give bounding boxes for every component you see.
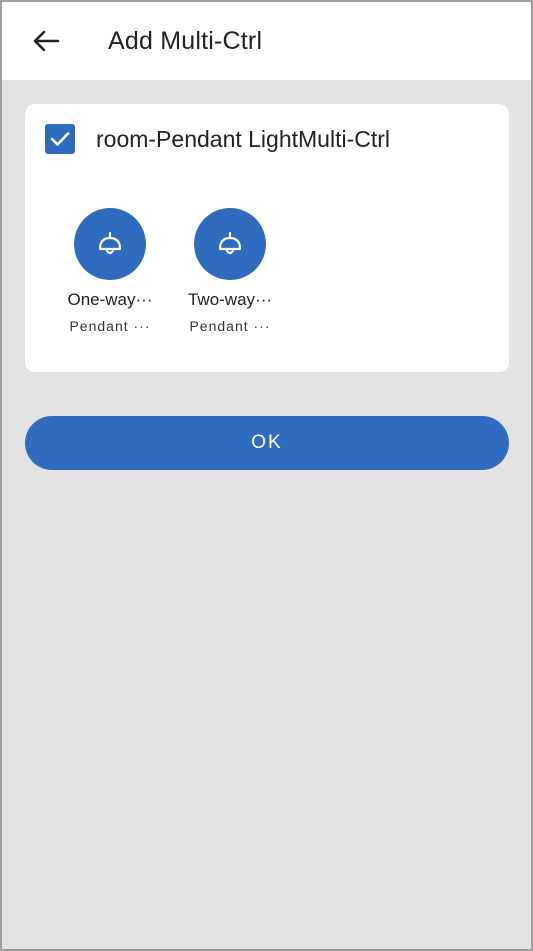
checkmark-icon: [50, 132, 70, 146]
group-checkbox[interactable]: [45, 124, 75, 154]
arrow-left-icon: [33, 30, 60, 52]
pendant-lamp-icon: [98, 231, 122, 255]
device-list: One-way··· Pendant ··· Two-way··· Pendan…: [50, 208, 290, 334]
device-subtitle: Pendant ···: [69, 318, 151, 334]
device-item-two-way[interactable]: Two-way··· Pendant ···: [170, 208, 290, 334]
device-name: One-way···: [67, 290, 153, 309]
back-button[interactable]: [26, 21, 66, 61]
multi-ctrl-card: room-Pendant LightMulti-Ctrl One-way··· …: [25, 104, 509, 372]
pendant-lamp-icon: [218, 231, 242, 255]
page-title: Add Multi-Ctrl: [108, 26, 263, 55]
device-item-one-way[interactable]: One-way··· Pendant ···: [50, 208, 170, 334]
top-bar: Add Multi-Ctrl: [2, 2, 531, 80]
device-subtitle: Pendant ···: [189, 318, 271, 334]
device-name: Two-way···: [187, 290, 273, 309]
app-screen: Add Multi-Ctrl room-Pendant LightMulti-C…: [0, 0, 533, 951]
device-icon-circle: [74, 208, 146, 280]
group-row: room-Pendant LightMulti-Ctrl: [45, 124, 390, 154]
group-label: room-Pendant LightMulti-Ctrl: [96, 125, 391, 152]
device-icon-circle: [194, 208, 266, 280]
ok-button[interactable]: OK: [25, 416, 509, 470]
